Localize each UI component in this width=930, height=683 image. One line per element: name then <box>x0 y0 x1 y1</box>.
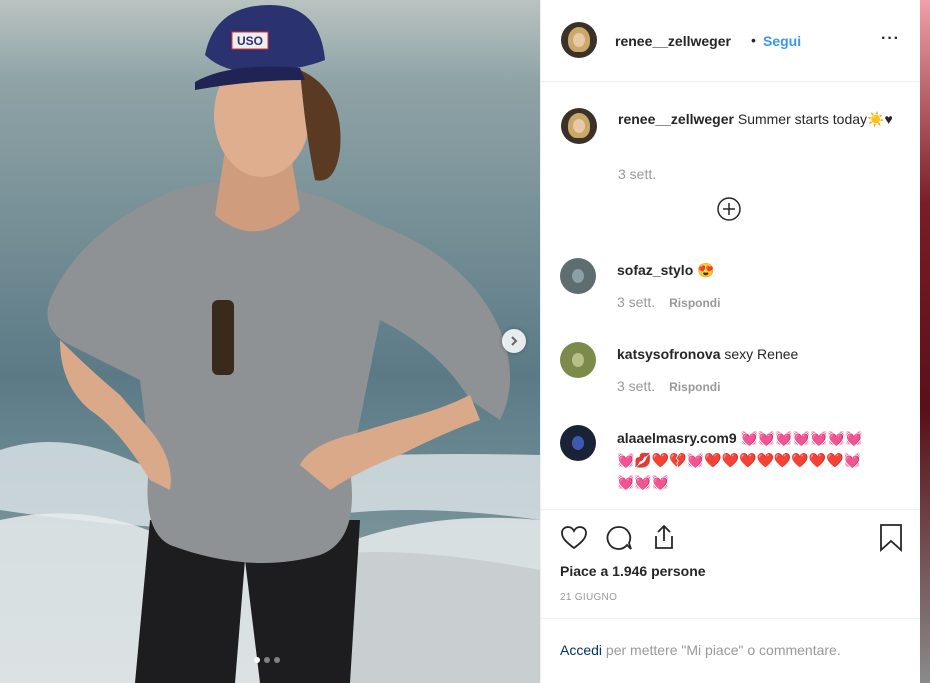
comment-timestamp: 3 sett. <box>617 294 656 310</box>
reply-button[interactable]: Rispondi <box>669 380 720 394</box>
comment-text: alaaelmasry.com9 💓💓💓💓💓💓💓💓💋❤️💔💓❤️❤️❤️❤️❤️… <box>617 427 877 493</box>
cap-text: USO <box>237 34 263 48</box>
comment-text: katsysofronova sexy Renee <box>617 344 887 364</box>
post-photo[interactable]: USO <box>0 0 540 683</box>
photo-illustration: USO <box>0 0 540 683</box>
next-photo-button[interactable] <box>502 329 526 353</box>
post-side-panel: renee__zellweger • Segui ··· renee__zell… <box>540 0 920 683</box>
login-prompt: Accedi per mettere "Mi piace" o commenta… <box>560 642 841 658</box>
caption-timestamp: 3 sett. <box>618 166 657 182</box>
author-avatar[interactable] <box>561 22 597 58</box>
commenter-username[interactable]: alaaelmasry.com9 <box>617 430 737 446</box>
caption-body: Summer starts today☀️♥ <box>733 111 893 127</box>
chevron-right-icon <box>511 336 518 346</box>
comment-meta: 3 sett. Rispondi <box>617 378 720 394</box>
bookmark-icon[interactable] <box>878 523 904 553</box>
commenter-avatar[interactable] <box>560 258 596 294</box>
commenter-username[interactable]: sofaz_stylo <box>617 262 693 278</box>
likes-count[interactable]: Piace a 1.946 persone <box>560 563 706 579</box>
carousel-dot-active <box>254 657 260 663</box>
caption-avatar[interactable] <box>561 108 597 144</box>
background-edge <box>920 0 930 683</box>
author-username[interactable]: renee__zellweger <box>615 33 731 49</box>
plus-circle-icon[interactable] <box>717 197 741 221</box>
carousel-dot <box>274 657 280 663</box>
comment-body: 😍 <box>693 262 715 278</box>
comment-meta: 3 sett. Rispondi <box>617 294 720 310</box>
heart-icon[interactable] <box>560 524 588 552</box>
commenter-username[interactable]: katsysofronova <box>617 346 720 362</box>
commenter-avatar[interactable] <box>560 342 596 378</box>
more-options-icon[interactable]: ··· <box>881 30 900 48</box>
carousel-dot <box>264 657 270 663</box>
follow-button[interactable]: Segui <box>763 33 801 49</box>
reply-button[interactable]: Rispondi <box>669 296 720 310</box>
post-header: renee__zellweger • Segui ··· <box>541 0 920 82</box>
comment-icon[interactable] <box>605 524 633 552</box>
post-actions-bar <box>540 509 920 510</box>
login-link[interactable]: Accedi <box>560 642 602 658</box>
login-prompt-bar: Accedi per mettere "Mi piace" o commenta… <box>540 618 920 683</box>
header-separator: • <box>751 32 756 48</box>
share-icon[interactable] <box>650 523 678 551</box>
commenter-avatar[interactable] <box>560 425 596 461</box>
caption-username[interactable]: renee__zellweger <box>618 111 734 127</box>
post-date: 21 GIUGNO <box>560 592 618 603</box>
caption-text-block: renee__zellweger Summer starts today☀️♥ <box>618 109 898 130</box>
carousel-indicator <box>254 657 280 663</box>
comment-timestamp: 3 sett. <box>617 378 656 394</box>
login-prompt-text: per mettere "Mi piace" o commentare. <box>602 642 841 658</box>
comment-body: sexy Renee <box>720 346 799 362</box>
comment-text: sofaz_stylo 😍 <box>617 260 887 280</box>
